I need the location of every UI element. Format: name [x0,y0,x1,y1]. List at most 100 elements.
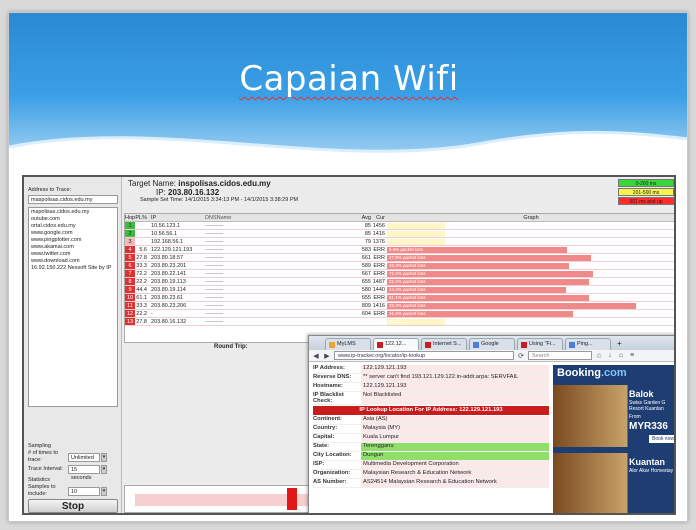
organization-label: Organization: [313,470,351,476]
col-dns[interactable]: DNSName [203,214,353,221]
graph-latency-zone [387,231,445,237]
table-row[interactable]: 13 27.8 203.80.16.132 ---------- 27.8% packe… [125,318,674,340]
graph-cell: 22.2% packet loss [387,278,674,285]
trace-interval-select[interactable]: 15 seconds [68,464,100,481]
home-icon[interactable]: ⌂ [617,352,625,359]
table-row[interactable]: 5 27.8 203.80.18.57 ---------- 661 ERR 27.8% p… [125,254,674,262]
table-row[interactable]: 4 5.6 122.129.121.193 ---------- 583 ERR 5.6% … [125,246,674,254]
as-number-value: AS24514 Malaysian Research & Education N… [361,479,549,487]
table-row[interactable]: 8 22.2 203.80.19.113 ---------- 655 1487 22.2%… [125,278,674,286]
ad-hotel1-name: Balok [629,389,654,399]
graph-cell: 61.1% packet loss [387,294,674,301]
dns-cell: ---------- [205,247,224,253]
cur-cell: ERR [373,263,385,269]
address-list-item[interactable]: www.twitter.com [31,251,115,258]
address-list-item[interactable]: outube.com [31,216,115,223]
hop-cell: 1 [125,222,135,229]
table-row[interactable]: 12 22.2- ---------- 604 ERR 22.2% packet loss [125,310,674,318]
ad-card-balok[interactable]: Balok Swiss Garden G Resort Kuantan From… [553,385,674,447]
address-list-item[interactable]: ortal.cidos.edu.my [31,223,115,230]
table-row[interactable]: 1 10.56.123.1 ---------- 85 1456 [125,222,674,230]
address-history-list[interactable]: mspolisas.cidos.edu.my outube.com ortal.ci… [28,207,118,407]
table-row[interactable]: 2 10.56.56.1 ---------- 85 1416 [125,230,674,238]
times-to-trace-spinner-icon[interactable]: ▾ [101,452,107,462]
table-row[interactable]: 6 33.3 203.80.23.201 ---------- 589 ERR 33.3% … [125,262,674,270]
col-ip[interactable]: IP [149,214,203,221]
ad-book-button[interactable]: Book now [649,435,674,443]
browser-tab[interactable]: Ping... [565,338,611,350]
col-hop[interactable]: Hop [125,214,135,221]
graph-latency-zone [387,223,445,229]
ad-hotel2-name: Kuantan [629,457,665,467]
address-list-item[interactable]: www.akamai.com [31,244,115,251]
hop-cell: 2 [125,230,135,237]
address-list-item[interactable]: mspolisas.cidos.edu.my [31,209,115,216]
browser-tab[interactable]: MyLMS [325,338,371,350]
url-input[interactable]: www.ip-tracker.org/locator/ip-lookup [334,351,514,360]
graph-cell: 27.8% packet loss [387,318,674,340]
downloads-icon[interactable]: ↓ [606,352,614,359]
time-graph-marker[interactable] [287,488,297,510]
trace-settings-panel: Address to Trace: maspolisas.cidos.edu.m… [24,177,122,513]
avg-cell: 589 [361,263,371,269]
hop-cell: 10 [125,294,135,301]
stop-button[interactable]: Stop [28,499,118,513]
col-cur[interactable]: Cur [371,214,387,221]
forward-icon[interactable]: ▶ [323,352,331,360]
state-value: Terengganu [361,443,549,451]
target-ip-label: IP: [156,188,166,197]
graph-loss-label: 44.4% packet loss [389,287,426,292]
tab-label: Internet S... [433,341,462,347]
graph-loss-label: 72.2% packet loss [389,271,426,276]
ad-card-kuantan[interactable]: Kuantan Alor Akar Homestay [553,453,674,513]
packet-loss-cell: 33.3 [136,303,147,309]
samples-spinner-icon[interactable]: ▾ [101,486,107,496]
sampling-title: Sampling [28,443,51,449]
address-input[interactable]: maspolisas.cidos.edu.my [28,195,118,204]
cur-cell: ERR [373,271,385,277]
booking-advert[interactable]: Booking.com Balok Swiss Garden G Resort … [553,365,674,513]
packet-loss-cell [135,222,149,229]
table-row[interactable]: 7 72.2 203.80.22.141 ---------- 667 ERR 72.2% … [125,270,674,278]
browser-tab[interactable]: Internet S... [421,338,467,350]
avg-cell: 583 [361,247,371,253]
address-list-item[interactable]: www.download.com [31,258,115,265]
browser-tab[interactable]: 122.12... [373,338,419,350]
menu-icon[interactable]: ≡ [628,352,636,359]
hostname-label: Hostname: [313,383,343,389]
blacklist-value: Not Blacklisted [361,392,549,404]
address-list-item[interactable]: www.google.com [31,230,115,237]
packet-loss-cell: 33.3 [136,263,147,269]
table-row[interactable]: 9 44.4 203.80.19.114 ---------- 580 1440 44.4%… [125,286,674,294]
ad-hotel1-price: MYR336 [629,421,668,432]
back-icon[interactable]: ◀ [312,352,320,360]
browser-tab[interactable]: Google [469,338,515,350]
samples-input[interactable]: 10 [68,486,100,496]
graph-cell: 72.2% packet loss [387,270,674,277]
col-graph[interactable]: Graph [387,214,674,221]
address-list-item[interactable]: www.pingplotter.com [31,237,115,244]
cur-cell: 1416 [372,303,385,309]
capital-value: Kuala Lumpur [361,434,549,442]
col-pl[interactable]: PL% [135,214,149,221]
ip-cell: 203.80.23.206 [151,303,187,309]
dns-cell: ---------- [205,311,224,317]
address-list-item[interactable]: 16.92.150.222 Nessoft Site by IP [31,265,115,272]
browser-tab[interactable]: Using "Fi... [517,338,563,350]
times-to-trace-select[interactable]: Unlimited [68,452,100,462]
address-label: Address to Trace: [28,187,72,193]
packet-loss-cell: 27.8 [136,319,147,325]
trace-interval-spinner-icon[interactable]: ▾ [101,464,107,474]
bookmark-star-icon[interactable]: ☆ [595,352,603,360]
dns-cell: ---------- [205,319,224,325]
table-row[interactable]: 11 33.3 203.80.23.206 ---------- 809 1416 33.3… [125,302,674,310]
legend-entry: 501 ms and up [618,197,674,205]
table-row[interactable]: 3 192.168.56.1 ---------- 79 1376 [125,238,674,246]
blacklist-label: IP Blacklist Check: [313,392,344,404]
refresh-icon[interactable]: ⟳ [517,352,525,360]
col-avg[interactable]: Avg [353,214,371,221]
search-input[interactable]: Search [528,351,592,360]
new-tab-button[interactable]: + [613,338,626,350]
table-row[interactable]: 10 61.1 203.80.23.61 ---------- 655 ERR 61.1% … [125,294,674,302]
booking-logo: Booking.com [553,365,674,381]
